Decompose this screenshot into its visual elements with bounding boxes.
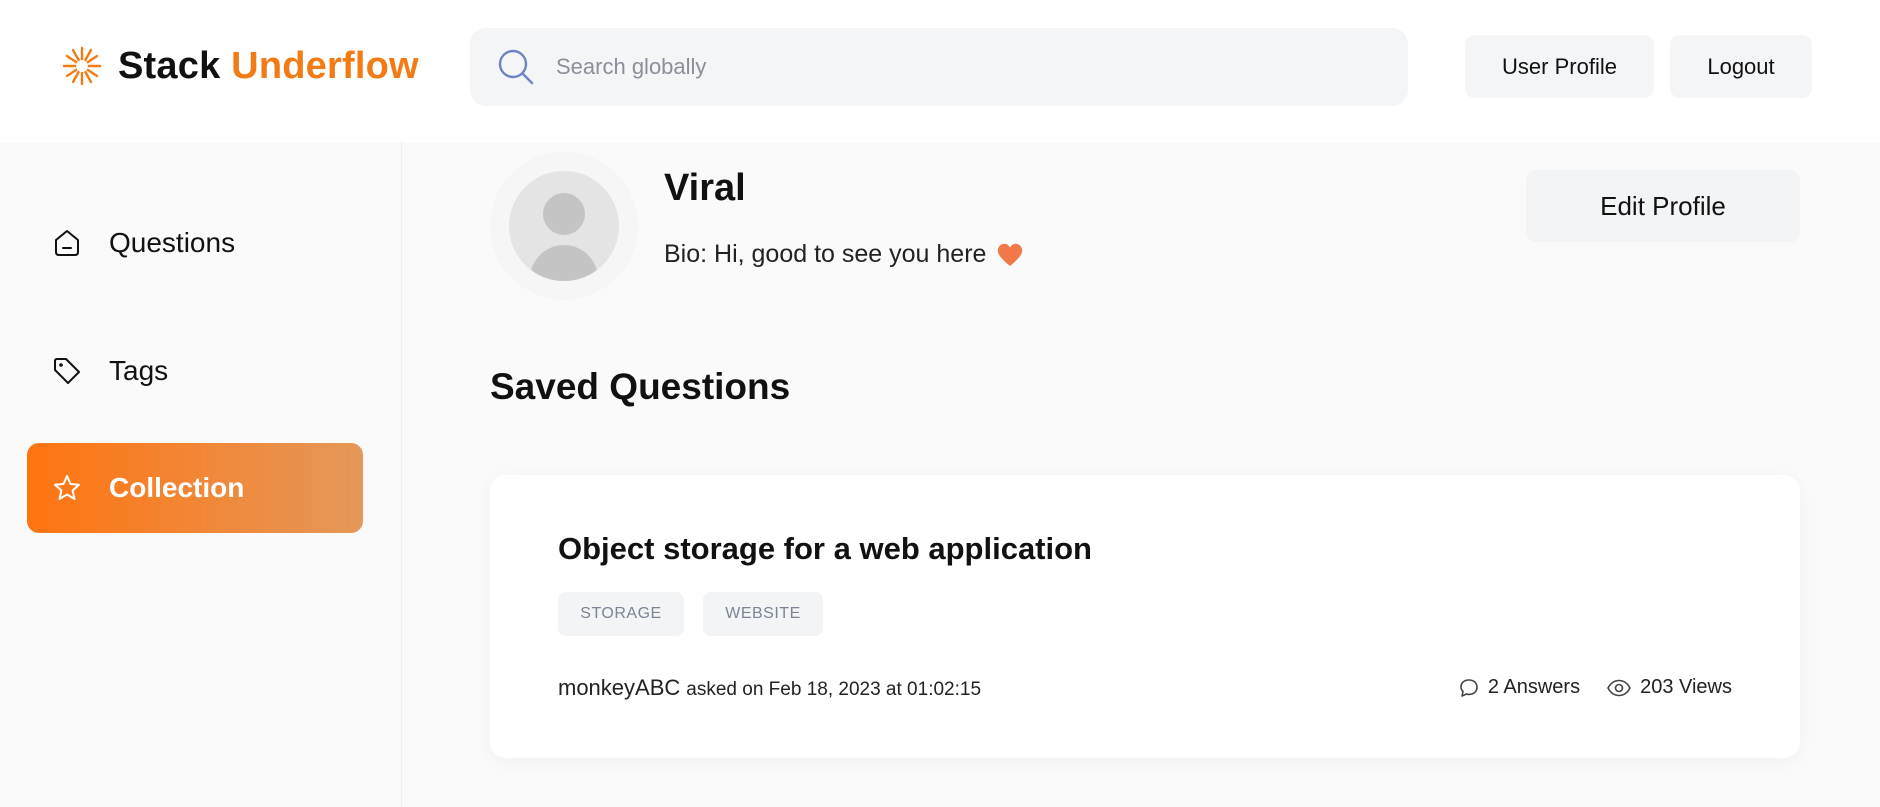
user-profile-button[interactable]: User Profile xyxy=(1465,35,1654,98)
asked-timestamp: asked on Feb 18, 2023 at 01:02:15 xyxy=(686,679,982,700)
top-header: Stack Underflow User Profile Logout xyxy=(0,0,1880,142)
views-count: 203 Views xyxy=(1640,676,1732,698)
question-card[interactable]: Object storage for a web application STO… xyxy=(490,475,1800,758)
sunburst-logo-icon xyxy=(62,46,102,86)
tag-icon xyxy=(54,358,80,384)
comment-icon xyxy=(1460,678,1478,697)
eye-icon xyxy=(1607,679,1631,696)
global-search-bar[interactable] xyxy=(470,28,1408,106)
answers-stat: 2 Answers xyxy=(1458,676,1580,699)
sidebar-item-questions[interactable]: Questions xyxy=(27,198,363,288)
sidebar-item-tags[interactable]: Tags xyxy=(27,326,363,416)
edit-profile-button[interactable]: Edit Profile xyxy=(1526,170,1800,242)
home-icon xyxy=(55,230,79,256)
profile-name: Viral xyxy=(664,167,746,209)
tag-badge-website[interactable]: WEBSITE xyxy=(703,592,823,636)
app-title-part2: Underflow xyxy=(231,44,419,87)
logout-button[interactable]: Logout xyxy=(1670,35,1812,98)
sidebar-item-label: Questions xyxy=(109,227,236,258)
user-placeholder-icon xyxy=(530,193,598,281)
sidebar-item-label: Collection xyxy=(109,472,245,503)
heart-icon xyxy=(998,243,1023,266)
app-logo[interactable]: Stack Underflow xyxy=(60,44,419,88)
tag-badge-storage[interactable]: STORAGE xyxy=(558,592,684,636)
author-name[interactable]: monkeyABC xyxy=(558,675,680,701)
left-sidebar: Questions Tags Collection xyxy=(0,142,402,807)
views-stat: 203 Views xyxy=(1606,676,1732,699)
bio-text: Bio: Hi, good to see you here xyxy=(664,240,987,268)
sidebar-item-label: Tags xyxy=(109,355,169,386)
search-input[interactable] xyxy=(556,54,1356,80)
sidebar-item-collection[interactable]: Collection xyxy=(27,443,363,533)
section-title: Saved Questions xyxy=(490,366,791,407)
profile-bio: Bio: Hi, good to see you here xyxy=(664,240,1024,269)
app-title: Stack Underflow xyxy=(118,45,419,88)
app-title-part1: Stack xyxy=(118,44,221,87)
search-icon xyxy=(498,49,534,85)
star-icon xyxy=(54,475,80,500)
question-stats: 2 Answers 203 Views xyxy=(1458,676,1732,699)
question-title[interactable]: Object storage for a web application xyxy=(558,531,1092,567)
avatar xyxy=(509,171,619,281)
answers-count: 2 Answers xyxy=(1487,676,1581,698)
question-meta: monkeyABC asked on Feb 18, 2023 at 01:02… xyxy=(558,675,981,701)
